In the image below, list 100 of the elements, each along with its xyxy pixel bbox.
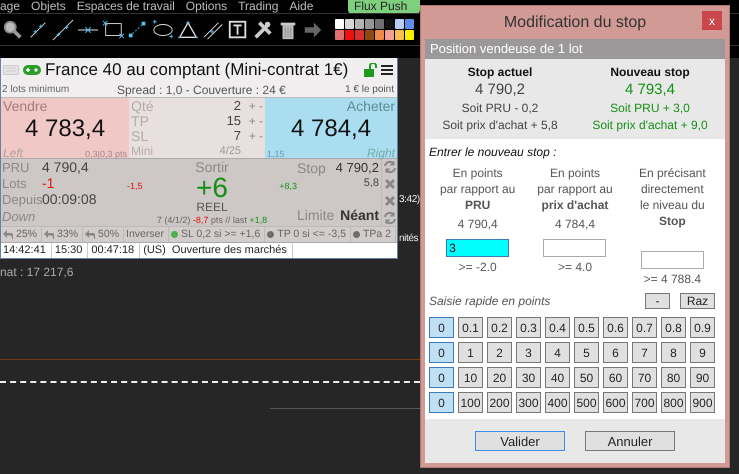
quick-button[interactable]: 0.9 [690,317,715,338]
quick-button[interactable]: 7 [632,342,657,363]
text-tool-icon[interactable] [227,18,249,40]
color-swatch[interactable] [365,30,374,40]
field-value: 00:09:08 [42,191,96,207]
quick-button[interactable]: 20 [487,367,512,388]
quick-button[interactable]: 10 [458,367,483,388]
quick-button[interactable]: 0 [429,392,454,413]
param-value: 15 [226,113,242,128]
quick-button[interactable]: 0.2 [487,317,512,338]
quick-button[interactable]: 0.3 [516,317,541,338]
quick-button[interactable]: 0.5 [574,317,599,338]
color-swatch[interactable] [355,19,364,29]
triangle-tool-icon[interactable] [177,18,199,40]
quick-button[interactable]: 600 [603,392,628,413]
close-icon[interactable] [382,194,396,208]
ellipse-tool-icon[interactable] [152,18,174,40]
quick-button[interactable]: 50 [574,367,599,388]
quick-button[interactable]: 2 [487,342,512,363]
quick-button[interactable]: 400 [545,392,570,413]
quick-button[interactable]: 30 [516,367,541,388]
sell-button[interactable]: Vendre 4 783,4 [1,98,130,148]
quick-button[interactable]: Raz [680,293,715,309]
refresh-icon[interactable] [382,210,396,225]
search-icon[interactable] [2,18,24,40]
entry-caption: En précisant directement le niveau du Stop [638,165,706,229]
menu-item[interactable]: age [0,0,20,13]
stop-note: Soit prix d'achat + 9,0 [592,118,708,132]
color-swatch[interactable] [405,19,414,29]
quick-button[interactable]: 800 [661,392,686,413]
entry-caption: En points par rapport au prix d'achat [537,165,613,213]
color-swatch[interactable] [355,30,364,40]
color-swatch[interactable] [375,30,384,40]
quick-button[interactable]: 500 [574,392,599,413]
quick-button[interactable]: 200 [487,392,512,413]
quick-button[interactable]: 4 [545,342,570,363]
color-swatch[interactable] [395,30,404,40]
color-swatch[interactable] [385,19,394,29]
dialog-button[interactable]: Annuler [585,431,675,451]
quick-button[interactable]: 1 [458,342,483,363]
input-field[interactable] [640,251,704,269]
quick-button[interactable]: 60 [603,367,628,388]
quick-button[interactable]: 6 [603,342,628,363]
color-swatch[interactable] [335,19,344,29]
quick-button[interactable]: 40 [545,367,570,388]
quick-button[interactable]: 90 [690,367,715,388]
color-swatch[interactable] [395,19,404,29]
refresh-icon[interactable] [382,160,396,174]
quick-button[interactable]: 8 [661,342,686,363]
color-swatch[interactable] [365,19,374,29]
quick-button[interactable]: 0 [429,317,454,338]
quick-button[interactable]: 80 [661,367,686,388]
quick-button[interactable]: 3 [516,342,541,363]
quick-button[interactable]: 0.4 [545,317,570,338]
close-icon[interactable] [382,177,396,192]
quick-button[interactable]: 0.8 [661,317,686,338]
minimum-hint: >= 4.0 [558,260,592,274]
color-swatch[interactable] [345,19,354,29]
quick-button[interactable]: 9 [690,342,715,363]
menu-icon[interactable] [381,64,393,76]
quick-button[interactable]: 100 [458,392,483,413]
color-swatch[interactable] [335,30,344,40]
dialog-button[interactable]: Valider [475,431,565,451]
menu-item[interactable]: Options [186,0,228,13]
param-value: 4/25 [220,144,242,156]
quick-button[interactable]: 900 [690,392,715,413]
flux-push-button[interactable]: Flux Push [348,0,420,13]
status-cell: (US) Ouverture des marchés [140,243,293,258]
minimum-hint: >= 4 788.4 [644,272,702,286]
menu-item[interactable]: Trading [238,0,278,13]
reference-value: 4 790,4 [458,217,498,233]
quick-button[interactable]: 700 [632,392,657,413]
trade-detail: 7 (4/1/2) -8,7 pts // last +1,8 [156,215,268,225]
quick-button[interactable]: 70 [632,367,657,388]
quick-button[interactable]: 5 [574,342,599,363]
quick-button[interactable]: 300 [516,392,541,413]
color-swatch[interactable] [405,30,414,40]
color-swatch[interactable] [375,19,384,29]
quick-button[interactable]: 0.1 [458,317,483,338]
gamepad-icon [23,65,41,75]
stop-value: 4 793,4 [624,81,676,98]
input-field[interactable] [543,239,606,257]
line-tool-icon[interactable] [52,18,74,40]
quick-button[interactable]: 0.7 [632,317,657,338]
menu-item[interactable]: Aide [289,0,314,13]
color-swatch[interactable] [385,30,394,40]
quick-button[interactable]: 0 [429,367,454,388]
quick-button[interactable]: - [645,293,670,309]
quick-button[interactable]: 0.6 [603,317,628,338]
close-button[interactable]: x [702,11,722,30]
reference-value: 4 784,4 [554,217,596,233]
input-field[interactable]: 3 [446,239,510,257]
quick-button[interactable]: 0 [429,342,454,363]
rectangle-tool-icon[interactable] [102,18,124,40]
stop-note: Soit PRU + 3,0 [610,101,690,115]
menu-item[interactable]: Espaces de travail [76,0,175,13]
spread-note: 1,15 [267,149,285,159]
menu-item[interactable]: Objets [31,0,66,13]
limit-value: Néant [340,206,379,222]
color-swatch[interactable] [345,30,354,40]
